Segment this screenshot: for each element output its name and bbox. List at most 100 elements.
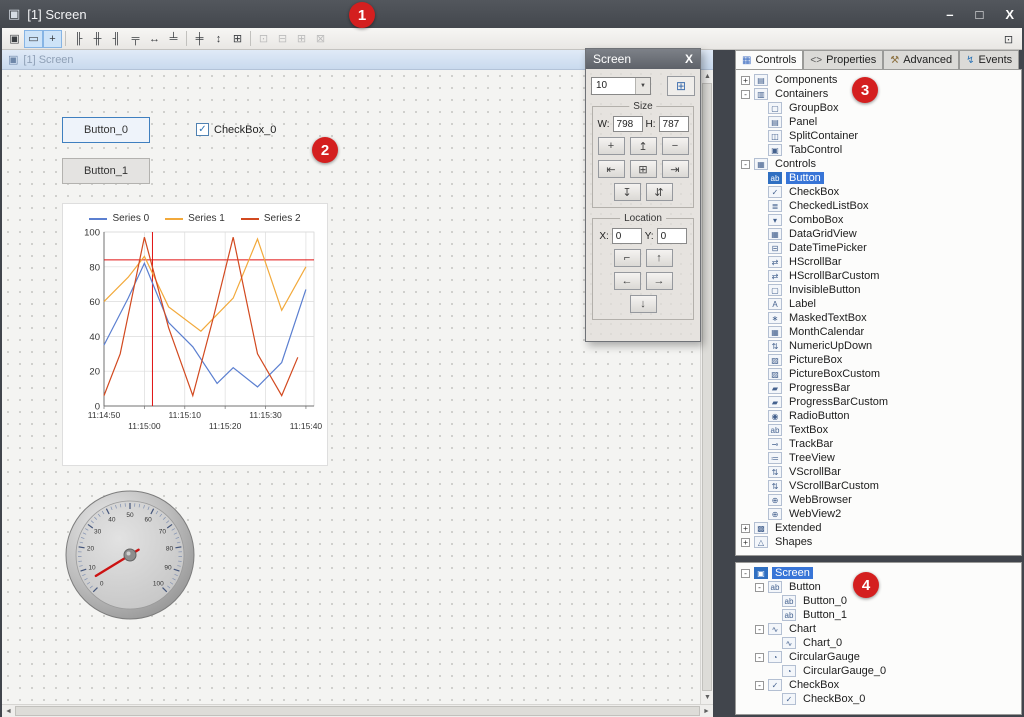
- scroll-up-icon[interactable]: ▲: [701, 70, 714, 83]
- tree-item-monthcalendar[interactable]: ▦MonthCalendar: [736, 325, 1021, 339]
- scroll-down-icon[interactable]: ▼: [701, 691, 714, 704]
- tree-item-datagridview[interactable]: ▦DataGridView: [736, 227, 1021, 241]
- tree-item-controls[interactable]: -▦Controls: [736, 157, 1021, 171]
- collapse-icon[interactable]: -: [755, 653, 764, 662]
- collapse-icon[interactable]: -: [755, 681, 764, 690]
- origin-button[interactable]: ⌐: [614, 249, 641, 267]
- dock-layout-button[interactable]: ⊡: [999, 30, 1018, 48]
- tree-item-panel[interactable]: ▤Panel: [736, 115, 1021, 129]
- expand-icon[interactable]: +: [741, 538, 750, 547]
- move-left-button[interactable]: ←: [614, 272, 641, 290]
- scroll-right-icon[interactable]: ►: [700, 705, 713, 717]
- tree-item-combobox[interactable]: ▾ComboBox: [736, 213, 1021, 227]
- tree-item-maskedtextbox[interactable]: ∗MaskedTextBox: [736, 311, 1021, 325]
- height-input[interactable]: 787: [659, 116, 689, 132]
- align-lefts-button[interactable]: ╟: [69, 30, 88, 48]
- tree-item-progressbarcustom[interactable]: ▰ProgressBarCustom: [736, 395, 1021, 409]
- panel-header[interactable]: Screen X: [586, 49, 700, 69]
- collapse-icon[interactable]: -: [741, 569, 750, 578]
- hscroll-thumb[interactable]: [15, 706, 700, 716]
- tree-item-datetimepicker[interactable]: ⊟DateTimePicker: [736, 241, 1021, 255]
- center-in-parent-button[interactable]: ⊞: [630, 160, 657, 178]
- minimize-button[interactable]: –: [946, 7, 953, 22]
- tree-item-extended[interactable]: +▩Extended: [736, 521, 1021, 535]
- tab-events[interactable]: ↯Events: [959, 50, 1019, 69]
- tree-item-circulargauge[interactable]: -◔CircularGauge: [736, 650, 1021, 664]
- maximize-button[interactable]: □: [975, 7, 983, 22]
- tree-item-shapes[interactable]: +△Shapes: [736, 535, 1021, 549]
- collapse-icon[interactable]: -: [755, 583, 764, 592]
- tree-item-picturebox[interactable]: ▨PictureBox: [736, 353, 1021, 367]
- tree-item-label[interactable]: ALabel: [736, 297, 1021, 311]
- tree-item-button-0[interactable]: abButton_0: [736, 594, 1021, 608]
- move-tool-button[interactable]: +: [43, 30, 62, 48]
- align-bottom-button[interactable]: ↧: [614, 183, 641, 201]
- align-top-button[interactable]: ↥: [630, 137, 657, 155]
- stretch-vertical-button[interactable]: ⇵: [646, 183, 673, 201]
- tree-item-progressbar[interactable]: ▰ProgressBar: [736, 381, 1021, 395]
- tree-item-checkedlistbox[interactable]: ≣CheckedListBox: [736, 199, 1021, 213]
- tree-item-checkbox-0[interactable]: ✓CheckBox_0: [736, 692, 1021, 706]
- collapse-icon[interactable]: -: [741, 160, 750, 169]
- tree-item-hscrollbar[interactable]: ⇄HScrollBar: [736, 255, 1021, 269]
- align-right-edge-button[interactable]: ⇥: [662, 160, 689, 178]
- move-up-button[interactable]: ↑: [646, 249, 673, 267]
- tree-item-invisiblebutton[interactable]: ▢InvisibleButton: [736, 283, 1021, 297]
- grid-size-select[interactable]: 10 ▼: [591, 77, 651, 95]
- tree-item-components[interactable]: +▤Components: [736, 73, 1021, 87]
- canvas-checkbox-0[interactable]: ✓ CheckBox_0: [196, 123, 276, 136]
- tree-item-chart[interactable]: -∿Chart: [736, 622, 1021, 636]
- align-centers-button[interactable]: ╫: [88, 30, 107, 48]
- tree-item-groupbox[interactable]: ▢GroupBox: [736, 101, 1021, 115]
- tree-item-trackbar[interactable]: ⊸TrackBar: [736, 437, 1021, 451]
- tree-item-chart-0[interactable]: ∿Chart_0: [736, 636, 1021, 650]
- tree-item-webbrowser[interactable]: ⊕WebBrowser: [736, 493, 1021, 507]
- select-tool-button[interactable]: ▭: [24, 30, 43, 48]
- x-input[interactable]: 0: [612, 228, 642, 244]
- tree-item-tabcontrol[interactable]: ▣TabControl: [736, 143, 1021, 157]
- tree-item-numericupdown[interactable]: ⇅NumericUpDown: [736, 339, 1021, 353]
- tree-item-circulargauge-0[interactable]: ◔CircularGauge_0: [736, 664, 1021, 678]
- same-size-button[interactable]: ⊞: [228, 30, 247, 48]
- panel-close-icon[interactable]: X: [685, 52, 693, 66]
- y-input[interactable]: 0: [657, 228, 687, 244]
- snap-to-grid-button[interactable]: ⊞: [667, 76, 695, 96]
- tree-item-checkbox[interactable]: ✓CheckBox: [736, 185, 1021, 199]
- close-button[interactable]: X: [1005, 7, 1014, 22]
- chevron-down-icon[interactable]: ▼: [635, 78, 650, 94]
- tree-item-pictureboxcustom[interactable]: ▨PictureBoxCustom: [736, 367, 1021, 381]
- align-bottoms-button[interactable]: ╧: [164, 30, 183, 48]
- canvas-circulargauge-0[interactable]: 0102030405060708090100: [64, 489, 196, 621]
- canvas-button-0[interactable]: Button_0: [62, 117, 150, 143]
- tree-item-vscrollbar[interactable]: ⇅VScrollBar: [736, 465, 1021, 479]
- tree-item-radiobutton[interactable]: ◉RadioButton: [736, 409, 1021, 423]
- tree-item-containers[interactable]: -▥Containers: [736, 87, 1021, 101]
- tree-item-button-1[interactable]: abButton_1: [736, 608, 1021, 622]
- tree-item-hscrollbarcustom[interactable]: ⇄HScrollBarCustom: [736, 269, 1021, 283]
- titlebar[interactable]: ▣ [1] Screen – □ X: [0, 0, 1024, 28]
- tree-item-vscrollbarcustom[interactable]: ⇅VScrollBarCustom: [736, 479, 1021, 493]
- same-height-button[interactable]: ↕: [209, 30, 228, 48]
- move-down-button[interactable]: ↓: [630, 295, 657, 313]
- new-screen-button[interactable]: ▣: [5, 30, 24, 48]
- tree-item-screen[interactable]: -▣Screen: [736, 566, 1021, 580]
- align-left-edge-button[interactable]: ⇤: [598, 160, 625, 178]
- tab-advanced[interactable]: ⚒Advanced: [883, 50, 959, 69]
- size-increase-button[interactable]: +: [598, 137, 625, 155]
- vscroll-thumb[interactable]: [702, 83, 712, 691]
- align-middles-button[interactable]: ╪: [190, 30, 209, 48]
- size-decrease-button[interactable]: −: [662, 137, 689, 155]
- move-right-button[interactable]: →: [646, 272, 673, 290]
- collapse-icon[interactable]: -: [755, 625, 764, 634]
- scroll-left-icon[interactable]: ◄: [2, 705, 15, 717]
- same-width-button[interactable]: ↔: [145, 30, 164, 48]
- width-input[interactable]: 798: [613, 116, 643, 132]
- horizontal-scrollbar[interactable]: ◄ ►: [2, 704, 713, 717]
- align-rights-button[interactable]: ╢: [107, 30, 126, 48]
- tree-item-checkbox[interactable]: -✓CheckBox: [736, 678, 1021, 692]
- tree-item-button[interactable]: abButton: [736, 171, 1021, 185]
- collapse-icon[interactable]: -: [741, 90, 750, 99]
- canvas-button-1[interactable]: Button_1: [62, 158, 150, 184]
- canvas-chart-0[interactable]: Series 0Series 1Series 2 02040608010011:…: [62, 203, 328, 466]
- tab-controls[interactable]: ▦Controls: [735, 50, 803, 69]
